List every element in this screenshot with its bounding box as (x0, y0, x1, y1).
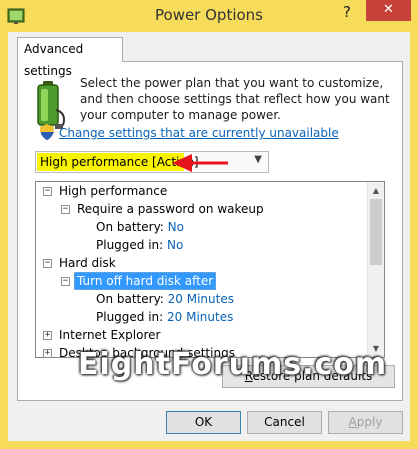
tree-item-label-selected: Turn off hard disk after (74, 272, 217, 290)
help-button[interactable]: ? (332, 0, 362, 24)
chevron-down-icon: ▼ (254, 154, 262, 165)
cancel-button[interactable]: Cancel (247, 411, 322, 434)
collapse-icon[interactable]: − (43, 187, 52, 196)
setting-key: On battery: (96, 292, 168, 306)
battery-plug-icon (37, 81, 66, 129)
collapse-icon[interactable]: − (43, 259, 52, 268)
setting-value[interactable]: No (168, 220, 184, 234)
setting-value[interactable]: 20 Minutes (167, 310, 233, 324)
tree-item-disk-plugged[interactable]: Plugged in: 20 Minutes (96, 308, 233, 326)
setting-value[interactable]: 20 Minutes (168, 292, 234, 306)
power-options-window: Power Options ? ✕ Advanced settings Sele… (0, 0, 418, 449)
scroll-up-icon[interactable]: ▲ (368, 182, 384, 199)
tree-item-password-battery[interactable]: On battery: No (96, 218, 184, 236)
settings-tree[interactable]: − High performance − Require a password … (35, 181, 385, 358)
apply-label: pply (356, 415, 383, 429)
power-plan-dropdown[interactable]: High performance [Active] ▼ (35, 151, 269, 173)
title-bar[interactable]: Power Options ? ✕ (0, 0, 418, 32)
red-arrow-annotation-icon (172, 154, 228, 172)
tree-item-label: Require a password on wakeup (77, 202, 264, 216)
collapse-icon[interactable]: − (61, 205, 70, 214)
setting-value[interactable]: No (167, 238, 183, 252)
tree-item-label: Hard disk (59, 256, 116, 270)
tree-item-password-plugged[interactable]: Plugged in: No (96, 236, 183, 254)
setting-key: Plugged in: (96, 238, 168, 252)
change-settings-link[interactable]: Change settings that are currently unava… (59, 126, 339, 140)
ok-button[interactable]: OK (166, 411, 241, 434)
setting-key: Plugged in: (96, 310, 168, 324)
close-button[interactable]: ✕ (366, 0, 411, 21)
tree-item-label: High performance (59, 184, 168, 198)
plan-description: Select the power plan that you want to c… (80, 76, 390, 122)
apply-accelerator: A (348, 415, 357, 429)
uac-shield-icon (40, 124, 54, 140)
watermark-logo: EightForums.com (78, 347, 388, 382)
tree-item-disk-battery[interactable]: On battery: 20 Minutes (96, 290, 234, 308)
apply-button[interactable]: Apply (328, 411, 403, 434)
tab-advanced-settings[interactable]: Advanced settings (17, 37, 123, 78)
tree-scrollbar[interactable]: ▲ ▼ (367, 182, 384, 357)
scrollbar-thumb[interactable] (370, 199, 382, 265)
expand-icon[interactable]: + (43, 349, 52, 357)
setting-key: On battery: (96, 220, 168, 234)
power-plan-selected: High performance [Active] (37, 153, 199, 171)
expand-icon[interactable]: + (43, 331, 52, 340)
tree-item-label: Internet Explorer (59, 328, 161, 342)
collapse-icon[interactable]: − (61, 277, 70, 286)
